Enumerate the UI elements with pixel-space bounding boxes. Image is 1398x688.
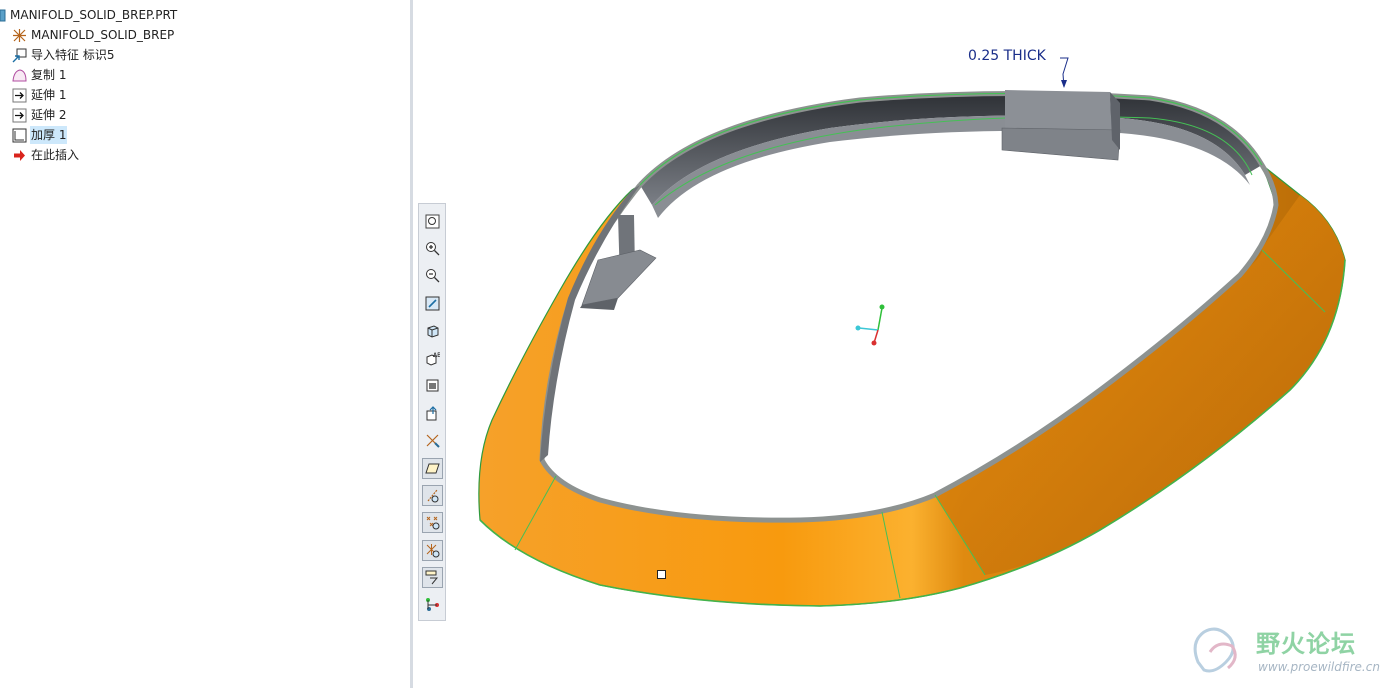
tab-block-right xyxy=(1001,90,1121,161)
point-display-button[interactable] xyxy=(422,512,443,533)
spin-center-icon xyxy=(426,406,437,421)
plane-display-button[interactable] xyxy=(422,458,443,479)
svg-text:AB: AB xyxy=(433,352,440,359)
plane-display-icon xyxy=(425,463,440,474)
saved-views-button[interactable]: AB xyxy=(422,348,443,369)
dimension-note[interactable]: 0.25 THICK xyxy=(968,48,1046,64)
saved-views-icon: AB xyxy=(426,352,440,366)
annotation-display-icon xyxy=(425,570,439,585)
view-toolbar: AB xyxy=(418,203,446,621)
refit-button[interactable] xyxy=(422,211,443,232)
spin-center-button[interactable] xyxy=(422,403,443,424)
annotation-display-button[interactable] xyxy=(422,567,443,588)
zoom-in-icon xyxy=(426,242,440,256)
simulation-icon xyxy=(426,598,439,611)
refit-icon xyxy=(425,214,440,229)
zoom-in-button[interactable] xyxy=(422,238,443,259)
orient-button[interactable] xyxy=(422,320,443,341)
drag-handle[interactable] xyxy=(657,570,666,579)
repaint-button[interactable] xyxy=(422,293,443,314)
axis-display-button[interactable] xyxy=(422,485,443,506)
zoom-out-button[interactable] xyxy=(422,265,443,286)
datum-display-button[interactable] xyxy=(422,430,443,451)
datum-display-icon xyxy=(426,434,440,448)
layers-button[interactable] xyxy=(422,375,443,396)
csys-display-icon xyxy=(426,544,440,558)
axis-display-icon xyxy=(427,489,439,503)
layers-icon xyxy=(426,379,439,392)
csys-display-button[interactable] xyxy=(422,540,443,561)
thickened-band-model[interactable] xyxy=(0,0,1398,688)
inner-wall xyxy=(640,93,1262,205)
repaint-icon xyxy=(425,296,440,311)
watermark-forum-name: 野火论坛 xyxy=(1256,630,1356,658)
simulation-button[interactable] xyxy=(422,594,443,615)
band-right-face xyxy=(935,195,1345,575)
coordinate-triad-icon xyxy=(855,304,885,346)
orient-icon xyxy=(427,325,439,338)
watermark-url: www.proewildfire.cn xyxy=(1258,660,1380,674)
point-display-icon xyxy=(426,516,440,530)
zoom-out-icon xyxy=(426,269,440,283)
